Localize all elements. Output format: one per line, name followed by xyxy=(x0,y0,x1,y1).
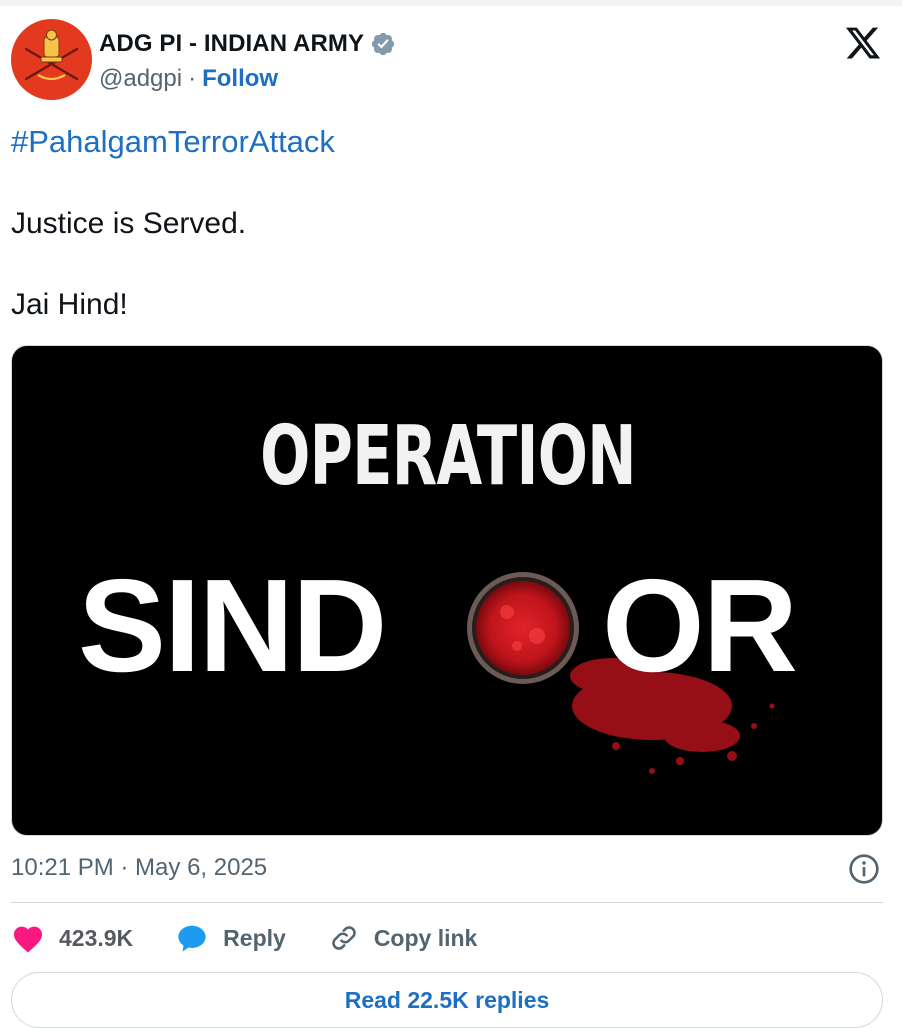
verified-badge-icon xyxy=(372,32,395,56)
sindoor-text-right: OR xyxy=(602,552,798,699)
reply-button[interactable]: Reply xyxy=(175,923,286,953)
divider xyxy=(11,902,883,903)
post-image[interactable]: OPERATION SIND OR xyxy=(11,345,883,836)
sindoor-text-left: SIND xyxy=(78,552,387,699)
read-replies-button[interactable]: Read 22.5K replies xyxy=(11,972,883,1028)
x-logo-icon[interactable] xyxy=(843,24,883,62)
timestamp[interactable]: 10:21 PM · May 6, 2025 xyxy=(11,853,267,883)
author-name[interactable]: ADG PI - INDIAN ARMY xyxy=(99,30,364,58)
author-handle[interactable]: @adgpi xyxy=(99,65,182,92)
heart-icon xyxy=(13,926,43,953)
avatar[interactable] xyxy=(11,19,92,100)
read-replies-label: Read 22.5K replies xyxy=(344,986,550,1013)
like-button[interactable]: 423.9K xyxy=(11,923,133,953)
image-title-sindoor: SIND OR xyxy=(12,552,882,699)
top-edge xyxy=(0,0,902,6)
link-icon xyxy=(332,926,356,950)
follow-button[interactable]: Follow xyxy=(202,65,278,92)
post-text-line-2: Jai Hind! xyxy=(11,288,128,321)
separator-dot: · xyxy=(188,65,197,92)
info-icon[interactable] xyxy=(848,853,880,885)
reply-bubble-icon xyxy=(178,925,206,952)
hashtag-link[interactable]: #PahalgamTerrorAttack xyxy=(11,124,335,160)
copy-link-label: Copy link xyxy=(373,924,478,951)
copy-link-button[interactable]: Copy link xyxy=(328,922,478,954)
action-bar: 423.9K Reply Copy link xyxy=(11,918,519,958)
like-count: 423.9K xyxy=(59,924,134,951)
handle-row: @adgpi · Follow xyxy=(99,65,278,93)
author-name-row[interactable]: ADG PI - INDIAN ARMY xyxy=(99,30,396,58)
reply-label: Reply xyxy=(223,924,286,951)
post-text-line-1: Justice is Served. xyxy=(11,207,247,240)
army-emblem-icon xyxy=(24,29,79,81)
